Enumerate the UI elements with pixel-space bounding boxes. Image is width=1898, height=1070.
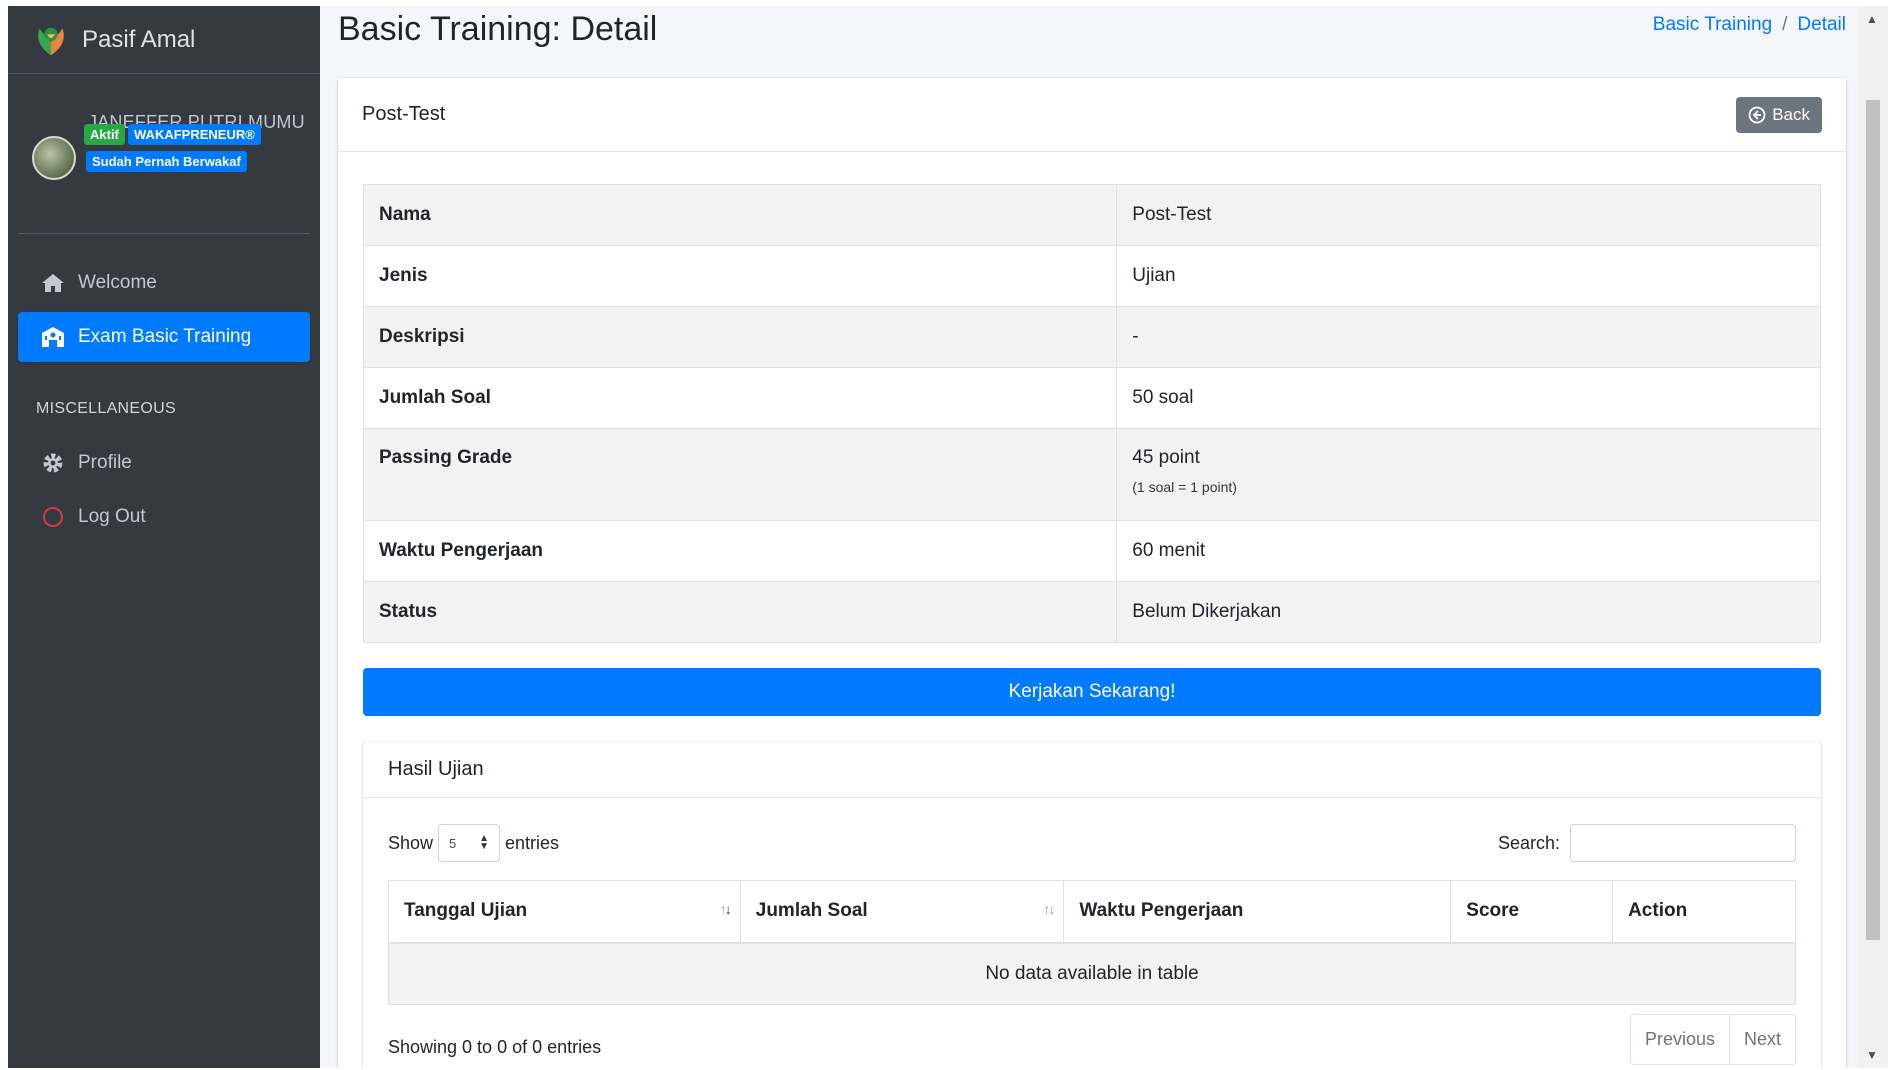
entries-length-control: Show 5 ▲ ▼ entries: [388, 824, 559, 862]
next-page-button[interactable]: Next: [1728, 1015, 1795, 1064]
breadcrumb-detail[interactable]: Detail: [1797, 14, 1846, 35]
sidebar-item-logout[interactable]: Log Out: [18, 492, 310, 542]
card-title: Post-Test: [362, 103, 446, 125]
scroll-down-arrow-icon[interactable]: ▼: [1866, 1048, 1878, 1062]
column-header-label: Waktu Pengerjaan: [1079, 900, 1244, 922]
vertical-scrollbar[interactable]: ▲ ▼: [1858, 6, 1888, 1068]
column-header-jumlah-soal[interactable]: Jumlah Soal ↑↓: [739, 880, 1065, 944]
home-icon: [40, 273, 66, 293]
detail-value: Ujian: [1116, 245, 1821, 307]
sort-icon: ↑↓: [719, 901, 732, 917]
column-header-waktu-pengerjaan[interactable]: Waktu Pengerjaan: [1063, 880, 1452, 944]
page-title: Basic Training: Detail: [338, 10, 658, 48]
nav-header-misc: MISCELLANEOUS: [36, 400, 176, 417]
brand-name: Pasif Amal: [82, 25, 196, 53]
column-header-tanggal-ujian[interactable]: Tanggal Ujian ↑↓: [388, 880, 741, 944]
detail-value-cell: 45 point (1 soal = 1 point): [1116, 428, 1821, 521]
back-button[interactable]: Back: [1736, 96, 1822, 133]
breadcrumb: Basic Training / Detail: [1653, 14, 1846, 36]
detail-key: Waktu Pengerjaan: [362, 520, 1118, 582]
table-search: Search:: [1498, 824, 1796, 862]
detail-key: Status: [362, 581, 1118, 643]
circle-arrow-left-icon: [1748, 106, 1766, 123]
table-row: No data available in table: [388, 942, 1796, 1005]
detail-card: Post-Test Back Nama Post-Test Jenis Ujia…: [338, 78, 1846, 1068]
sidebar-item-label: Log Out: [78, 506, 146, 527]
results-title: Hasil Ujian: [363, 742, 1821, 798]
previous-page-button[interactable]: Previous: [1631, 1015, 1729, 1064]
column-header-label: Action: [1628, 900, 1688, 922]
select-arrows-icon: ▲ ▼: [479, 833, 490, 852]
detail-note: (1 soal = 1 point): [1132, 479, 1237, 495]
school-icon: [40, 326, 66, 348]
detail-key: Passing Grade: [362, 428, 1118, 521]
sidebar-item-welcome[interactable]: Welcome: [18, 258, 310, 308]
status-badge-aktif: Aktif: [84, 124, 125, 145]
card-header: Post-Test Back: [338, 78, 1846, 152]
sidebar-item-exam-basic-training[interactable]: Exam Basic Training: [18, 312, 310, 362]
detail-value: 50 soal: [1116, 367, 1821, 429]
detail-key: Jumlah Soal: [362, 367, 1118, 429]
table-header-row: Tanggal Ujian ↑↓ Jumlah Soal ↑↓ Waktu Pe…: [388, 880, 1796, 944]
table-row: Nama Post-Test: [362, 184, 1821, 246]
start-exam-button[interactable]: Kerjakan Sekarang!: [363, 668, 1821, 716]
search-input[interactable]: [1570, 824, 1796, 862]
detail-table: Nama Post-Test Jenis Ujian Deskripsi - J…: [362, 184, 1821, 643]
table-row: Passing Grade 45 point (1 soal = 1 point…: [362, 428, 1821, 521]
detail-value: Post-Test: [1116, 184, 1821, 246]
table-row: Deskripsi -: [362, 306, 1821, 368]
detail-value: 60 menit: [1116, 520, 1821, 582]
status-badge-wakafpreneur: WAKAFPRENEUR®: [128, 124, 261, 145]
sidebar: Pasif Amal JANEFFER PUTRI MUMU Aktif WAK…: [8, 6, 320, 1068]
main-content: Basic Training: Detail Basic Training / De…: [320, 6, 1858, 1068]
detail-value: 45 point: [1132, 447, 1200, 468]
sidebar-nav-misc: Profile Log Out: [18, 438, 310, 546]
brand-logo-icon: [38, 27, 64, 55]
scroll-up-arrow-icon[interactable]: ▲: [1866, 12, 1878, 26]
back-button-label: Back: [1772, 104, 1810, 124]
column-header-label: Score: [1466, 900, 1520, 922]
column-header-label: Jumlah Soal: [755, 900, 868, 922]
detail-key: Jenis: [362, 245, 1118, 307]
entries-label: entries: [505, 832, 560, 853]
search-label: Search:: [1497, 832, 1560, 853]
column-header-action[interactable]: Action: [1612, 880, 1796, 944]
circle-icon: [40, 506, 66, 528]
table-row: Jumlah Soal 50 soal: [362, 367, 1821, 429]
app-window: Pasif Amal JANEFFER PUTRI MUMU Aktif WAK…: [8, 6, 1888, 1068]
results-table: Tanggal Ujian ↑↓ Jumlah Soal ↑↓ Waktu Pe…: [388, 880, 1796, 1005]
table-info: Showing 0 to 0 of 0 entries: [388, 1037, 602, 1057]
table-row: Status Belum Dikerjakan: [362, 581, 1821, 643]
sidebar-nav: Welcome Exam Basic Training: [18, 258, 310, 366]
breadcrumb-basic-training[interactable]: Basic Training: [1653, 14, 1772, 35]
empty-table-message: No data available in table: [388, 942, 1796, 1005]
column-header-score[interactable]: Score: [1450, 880, 1614, 944]
detail-value: -: [1116, 306, 1821, 368]
detail-key: Nama: [362, 184, 1118, 246]
breadcrumb-separator: /: [1782, 14, 1788, 35]
sidebar-item-label: Profile: [78, 452, 132, 473]
status-badge-berwakaf: Sudah Pernah Berwakaf: [86, 151, 247, 172]
entries-select-value: 5: [449, 835, 457, 851]
entries-select[interactable]: 5 ▲ ▼: [438, 824, 501, 862]
scrollbar-thumb[interactable]: [1866, 100, 1880, 940]
results-card: Hasil Ujian Show 5 ▲ ▼ entries Search: T…: [363, 742, 1821, 1068]
brand-link[interactable]: Pasif Amal: [8, 6, 320, 74]
pagination: Previous Next: [1629, 1014, 1796, 1065]
sidebar-item-profile[interactable]: Profile: [18, 438, 310, 488]
sidebar-item-label: Exam Basic Training: [78, 326, 252, 347]
show-label: Show: [388, 832, 434, 853]
sidebar-item-label: Welcome: [78, 272, 157, 293]
avatar[interactable]: [32, 136, 76, 180]
gear-icon: [40, 452, 66, 474]
detail-value: Belum Dikerjakan: [1116, 581, 1821, 643]
column-header-label: Tanggal Ujian: [404, 900, 528, 922]
table-row: Waktu Pengerjaan 60 menit: [362, 520, 1821, 582]
table-row: Jenis Ujian: [362, 245, 1821, 307]
detail-key: Deskripsi: [362, 306, 1118, 368]
sort-icon: ↑↓: [1043, 901, 1055, 917]
